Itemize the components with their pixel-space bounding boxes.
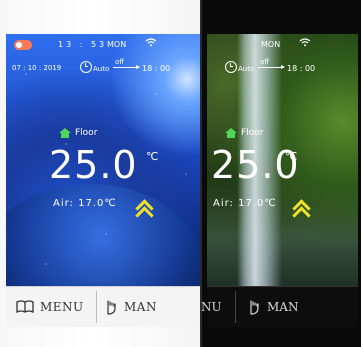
off-label: off: [115, 58, 125, 66]
sensor-name: Floor: [241, 128, 264, 138]
air-unit: ℃: [264, 198, 277, 209]
schedule-time: 18 : 00: [142, 64, 171, 73]
white-unit-bottom-bar: MENU MAN: [6, 286, 219, 327]
schedule-mode[interactable]: Auto off 18 : 00: [80, 58, 219, 78]
weekday: MON: [261, 40, 281, 49]
arrow-right-icon: [258, 65, 285, 69]
wifi-icon: [145, 38, 157, 47]
air-value: 17.0: [238, 198, 265, 209]
thermostat-product-photo: 13 : 53 MON 07 : 10 : 2019 Auto off 18 :…: [0, 0, 361, 347]
schedule-mode[interactable]: Auto off 18 : 00: [225, 58, 358, 78]
white-unit-screen: 13 : 53 MON 07 : 10 : 2019 Auto off 18 :…: [6, 34, 219, 286]
wifi-icon: [299, 38, 311, 47]
hand-icon: [250, 300, 259, 315]
manual-button[interactable]: MAN: [104, 295, 157, 319]
divider: [96, 291, 97, 323]
power-toggle[interactable]: [14, 40, 32, 50]
sensor-label: Floor: [225, 128, 263, 138]
air-label: Air:: [53, 198, 74, 209]
schedule-time: 18 : 00: [287, 64, 316, 73]
date-display: 07 : 10 : 2019: [12, 64, 62, 72]
heating-up-icon: [135, 199, 154, 225]
temperature-value: 25.0: [49, 143, 138, 187]
air-temperature: Air: 17.0℃: [53, 198, 117, 209]
house-icon: [225, 128, 237, 138]
air-temperature: Air: 17.0℃: [213, 198, 277, 209]
air-label: Air:: [213, 198, 234, 209]
weekday: MON: [107, 40, 127, 49]
menu-button[interactable]: MENU: [16, 295, 84, 319]
menu-label: MENU: [40, 300, 84, 314]
clock-time: 13 : 53: [58, 40, 108, 49]
temperature-unit: ℃: [285, 150, 298, 163]
sensor-name: Floor: [75, 128, 98, 138]
black-unit-screen: MON Auto off 18 : 00 Floor 25.0 ℃ Air: 1…: [207, 34, 358, 286]
book-icon: [16, 300, 34, 314]
mode-label: Auto: [238, 65, 255, 73]
menu-label: NU: [201, 300, 222, 314]
man-label: MAN: [124, 300, 157, 314]
clock-icon: [225, 61, 237, 73]
clock-icon: [80, 61, 92, 73]
arrow-right-icon: [113, 65, 140, 69]
divider: [235, 291, 236, 323]
man-label: MAN: [267, 300, 299, 314]
air-value: 17.0: [78, 198, 105, 209]
status-bar: MON: [207, 34, 358, 58]
status-bar: 13 : 53 MON: [6, 34, 219, 58]
heating-up-icon: [292, 199, 311, 225]
house-icon: [59, 128, 71, 138]
off-label: off: [260, 58, 270, 66]
hand-icon: [107, 300, 116, 315]
black-unit-bottom-bar: NU MAN: [201, 286, 358, 327]
menu-button[interactable]: NU: [201, 295, 222, 319]
mode-label: Auto: [93, 65, 110, 73]
manual-button[interactable]: MAN: [247, 295, 298, 319]
temperature-unit: ℃: [146, 150, 159, 163]
air-unit: ℃: [104, 198, 117, 209]
sensor-label: Floor: [59, 128, 97, 138]
